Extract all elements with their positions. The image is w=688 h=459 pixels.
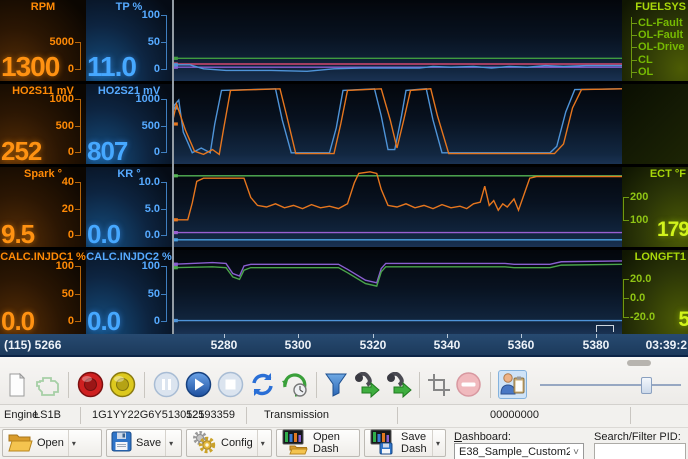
status-serial: 12593359	[186, 409, 235, 421]
config-gear-icon	[191, 430, 217, 457]
dashboard-area: RPM 5000 0 1300 TP % 100 50 0 11.0 HO2S1…	[0, 0, 688, 334]
panel-fuelsys: FUELSYS CL-Fault OL-Fault OL-Drive CL OL	[622, 0, 688, 81]
remove-icon[interactable]	[454, 370, 483, 399]
gauge-spark: Spark ° 40 20 0 9.5	[0, 167, 86, 247]
data-end-bracket	[596, 325, 614, 332]
chart-strip-longft	[172, 250, 622, 334]
chart-strip-rpm-tp	[172, 0, 622, 81]
gauge-value: 1300	[1, 53, 59, 81]
playback-slider[interactable]	[538, 370, 683, 399]
dashboard-combobox[interactable]: E38_Sample_Custom2	[454, 443, 584, 459]
filter-icon[interactable]	[324, 370, 348, 399]
engine-connect-icon[interactable]	[32, 370, 61, 399]
open-dropdown-arrow[interactable]	[68, 430, 79, 456]
vehicle-status-bar: Engine LS1B 1G1YY22G6Y5130521 12593359 T…	[0, 404, 688, 427]
record-yellow-icon[interactable]	[108, 370, 137, 399]
replay-timer-icon[interactable]	[280, 370, 309, 399]
main-toolbar	[0, 357, 688, 404]
gauge-kr: KR ° 10.0 5.0 0.0 0.0	[86, 167, 172, 247]
gauge-tp: TP % 100 50 0 11.0	[86, 0, 172, 81]
panel-empty	[622, 84, 688, 164]
gauge-injdc1: CALC.INJDC1 % 100 50 0 0.0	[0, 250, 86, 334]
gauge-rpm: RPM 5000 0 1300	[0, 0, 86, 81]
open-button[interactable]: Open	[2, 429, 102, 457]
timeline-axis[interactable]: (115) 5266 5280 5300 5320 5340 5360 5380…	[0, 334, 688, 357]
panel-longft: LONGFT1 20.0 0.0 -20.0 5	[622, 250, 688, 334]
chart-strip-ho2s	[172, 84, 622, 164]
chart-strip-spark-ect	[172, 167, 622, 247]
open-folder-icon	[7, 431, 33, 456]
search-forward-icon[interactable]	[351, 370, 380, 399]
axis-label: 5380	[583, 338, 610, 352]
new-log-icon[interactable]	[5, 370, 29, 399]
open-dash-icon	[281, 429, 309, 458]
search-filter-input[interactable]	[594, 443, 686, 459]
record-red-icon[interactable]	[76, 370, 105, 399]
splitter-grip[interactable]	[627, 360, 651, 366]
gauge-injdc2: CALC.INJDC2 % 100 50 0 0.0	[86, 250, 172, 334]
file-button-bar: Open Save Config Open Dash Save Dash Das…	[0, 427, 688, 459]
slider-handle[interactable]	[641, 377, 652, 394]
open-dash-button[interactable]: Open Dash	[276, 429, 360, 457]
resync-icon[interactable]	[248, 370, 277, 399]
gauge-label: RPM	[0, 1, 86, 13]
pause-icon[interactable]	[152, 370, 181, 399]
chart-area	[172, 0, 622, 334]
save-dash-button[interactable]: Save Dash	[364, 429, 446, 457]
elapsed-time: 03:39:2	[646, 338, 687, 352]
search-forward-alt-icon[interactable]	[383, 370, 412, 399]
axis-label: 5340	[434, 338, 461, 352]
config-dropdown-arrow[interactable]	[257, 430, 268, 456]
gauge-ho2s21: HO2S21 mV 1000 500 0 807	[86, 84, 172, 164]
status-transmission: Transmission	[264, 409, 329, 421]
status-os: LS1B	[34, 409, 61, 421]
right-panel-column: FUELSYS CL-Fault OL-Fault OL-Drive CL OL…	[622, 0, 688, 334]
chart-cursor[interactable]	[172, 0, 174, 334]
fuelsys-legend: CL-Fault OL-Fault OL-Drive CL OL	[631, 17, 684, 78]
save-floppy-icon	[111, 431, 132, 455]
save-button[interactable]: Save	[106, 429, 182, 457]
gauge-ho2s11: HO2S11 mV 1000 500 0 252	[0, 84, 86, 164]
stop-icon[interactable]	[216, 370, 245, 399]
axis-label: 5280	[211, 338, 238, 352]
dashboard-label: Dashboard:	[454, 431, 511, 443]
save-dash-dropdown-arrow[interactable]	[432, 430, 443, 456]
crop-icon[interactable]	[427, 370, 451, 399]
scanner-window: RPM 5000 0 1300 TP % 100 50 0 11.0 HO2S1…	[0, 0, 688, 459]
axis-label: 5360	[508, 338, 535, 352]
save-dash-icon	[369, 429, 397, 458]
status-trans-os: 00000000	[490, 409, 539, 421]
play-icon[interactable]	[184, 370, 213, 399]
save-dropdown-arrow[interactable]	[165, 430, 176, 456]
axis-label: 5320	[360, 338, 387, 352]
ect-value: 179	[657, 218, 688, 242]
driver-profile-icon[interactable]	[498, 370, 527, 399]
frame-counter: (115) 5266	[4, 338, 61, 352]
longft-value: 5	[678, 308, 688, 332]
gauge-column: RPM 5000 0 1300 TP % 100 50 0 11.0 HO2S1…	[0, 0, 172, 334]
axis-label: 5300	[285, 338, 312, 352]
search-filter-label: Search/Filter PID:	[594, 431, 681, 443]
panel-ect: ECT °F 200 100 179	[622, 167, 688, 247]
config-button[interactable]: Config	[186, 429, 272, 457]
